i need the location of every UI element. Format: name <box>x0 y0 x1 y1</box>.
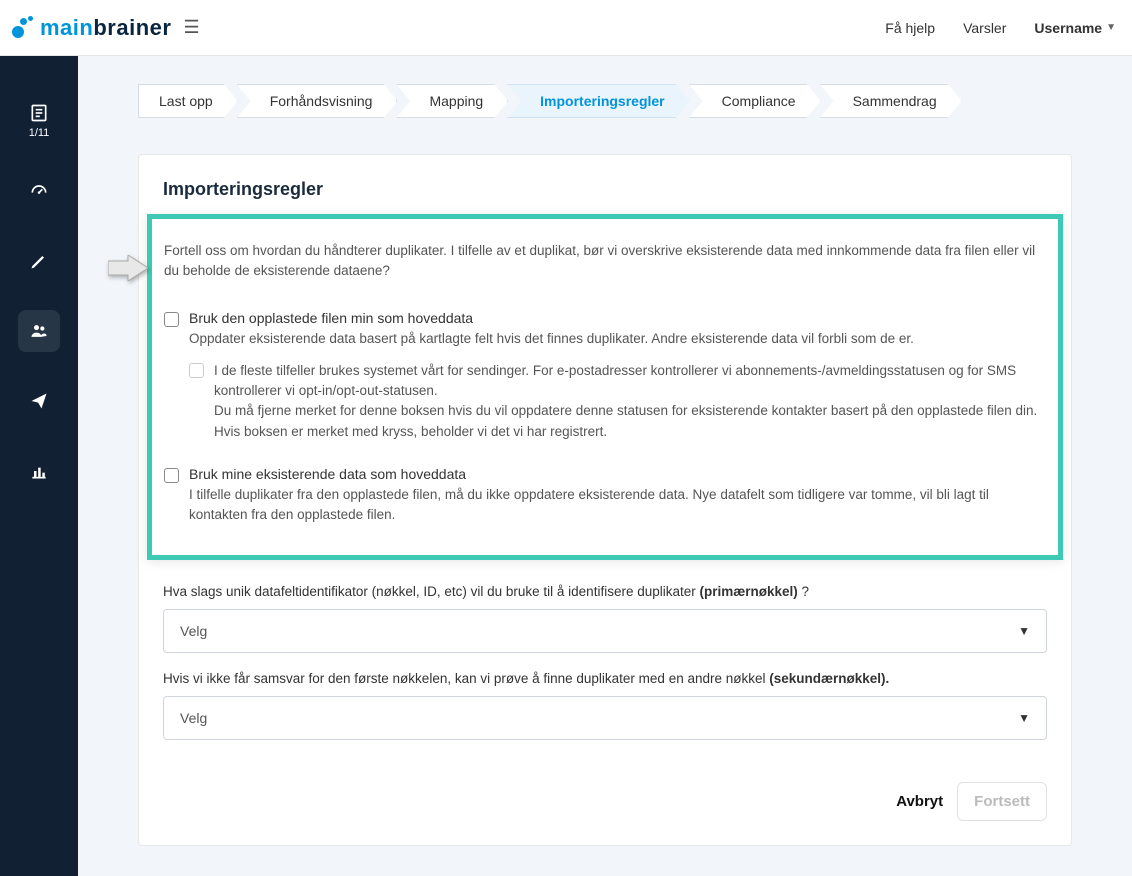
sub-option-keep-status: I de fleste tilfeller brukes systemet vå… <box>189 361 1046 442</box>
option-uploaded-master-label: Bruk den opplastede filen min som hovedd… <box>189 310 473 326</box>
sidebar-item-reports[interactable] <box>18 450 60 492</box>
alerts-link[interactable]: Varsler <box>963 20 1006 36</box>
sidebar-item-dashboard[interactable] <box>18 170 60 212</box>
top-header: mainbrainer ☰ Få hjelp Varsler Username … <box>0 0 1132 56</box>
duplicate-rules-highlight: Fortell oss om hvordan du håndterer dupl… <box>147 214 1063 560</box>
checkbox-keep-status[interactable] <box>189 363 204 378</box>
logo[interactable]: mainbrainer <box>10 15 171 41</box>
user-menu[interactable]: Username ▼ <box>1034 20 1116 36</box>
pointer-arrow-icon <box>108 255 148 281</box>
checkbox-existing-master[interactable] <box>164 468 179 483</box>
secondary-key-label: Hvis vi ikke får samsvar for den første … <box>163 671 1047 686</box>
logo-dots-icon <box>10 16 34 40</box>
step-preview[interactable]: Forhåndsvisning <box>237 84 398 118</box>
continue-button[interactable]: Fortsett <box>957 782 1047 821</box>
chevron-down-icon: ▼ <box>1018 624 1030 638</box>
page-icon <box>29 103 49 123</box>
sidebar: 1/11 <box>0 56 78 876</box>
cancel-button[interactable]: Avbryt <box>896 793 943 810</box>
sidebar-counter: 1/11 <box>29 127 50 139</box>
secondary-key-select[interactable]: Velg ▼ <box>163 696 1047 740</box>
gauge-icon <box>29 181 49 201</box>
help-link[interactable]: Få hjelp <box>885 20 935 36</box>
sidebar-item-page[interactable]: 1/11 <box>18 100 60 142</box>
secondary-key-value: Velg <box>180 710 207 726</box>
send-icon <box>29 391 49 411</box>
option-uploaded-master-desc: Oppdater eksisterende data basert på kar… <box>189 329 1046 349</box>
primary-key-value: Velg <box>180 623 207 639</box>
sidebar-item-send[interactable] <box>18 380 60 422</box>
sub-option-text: I de fleste tilfeller brukes systemet vå… <box>214 361 1046 442</box>
sidebar-item-contacts[interactable] <box>18 310 60 352</box>
logo-text: mainbrainer <box>40 15 171 41</box>
chart-icon <box>29 461 49 481</box>
intro-text: Fortell oss om hvordan du håndterer dupl… <box>164 241 1046 282</box>
import-rules-card: Importeringsregler Fortell oss om hvorda… <box>138 154 1072 846</box>
option-uploaded-master: Bruk den opplastede filen min som hovedd… <box>164 310 1046 442</box>
primary-key-select[interactable]: Velg ▼ <box>163 609 1047 653</box>
step-summary[interactable]: Sammendrag <box>820 84 962 118</box>
chevron-down-icon: ▼ <box>1018 711 1030 725</box>
menu-toggle-icon[interactable]: ☰ <box>183 17 199 38</box>
sidebar-item-edit[interactable] <box>18 240 60 282</box>
step-mapping[interactable]: Mapping <box>396 84 508 118</box>
step-upload[interactable]: Last opp <box>138 84 238 118</box>
step-compliance[interactable]: Compliance <box>689 84 821 118</box>
top-nav: Få hjelp Varsler Username ▼ <box>885 20 1116 36</box>
checkbox-uploaded-master[interactable] <box>164 312 179 327</box>
step-import-rules[interactable]: Importeringsregler <box>507 84 689 118</box>
username-label: Username <box>1034 20 1102 36</box>
footer-buttons: Avbryt Fortsett <box>139 782 1071 821</box>
caret-down-icon: ▼ <box>1106 22 1116 33</box>
option-existing-master-label: Bruk mine eksisterende data som hoveddat… <box>189 466 466 482</box>
pencil-icon <box>29 251 49 271</box>
option-existing-master-desc: I tilfelle duplikater fra den opplastede… <box>189 485 1046 526</box>
main-content: Last opp Forhåndsvisning Mapping Importe… <box>78 56 1132 876</box>
option-existing-master: Bruk mine eksisterende data som hoveddat… <box>164 466 1046 526</box>
wizard-steps: Last opp Forhåndsvisning Mapping Importe… <box>138 84 1072 118</box>
users-icon <box>29 321 49 341</box>
card-title: Importeringsregler <box>139 179 1071 214</box>
primary-key-label: Hva slags unik datafeltidentifikator (nø… <box>163 584 1047 599</box>
